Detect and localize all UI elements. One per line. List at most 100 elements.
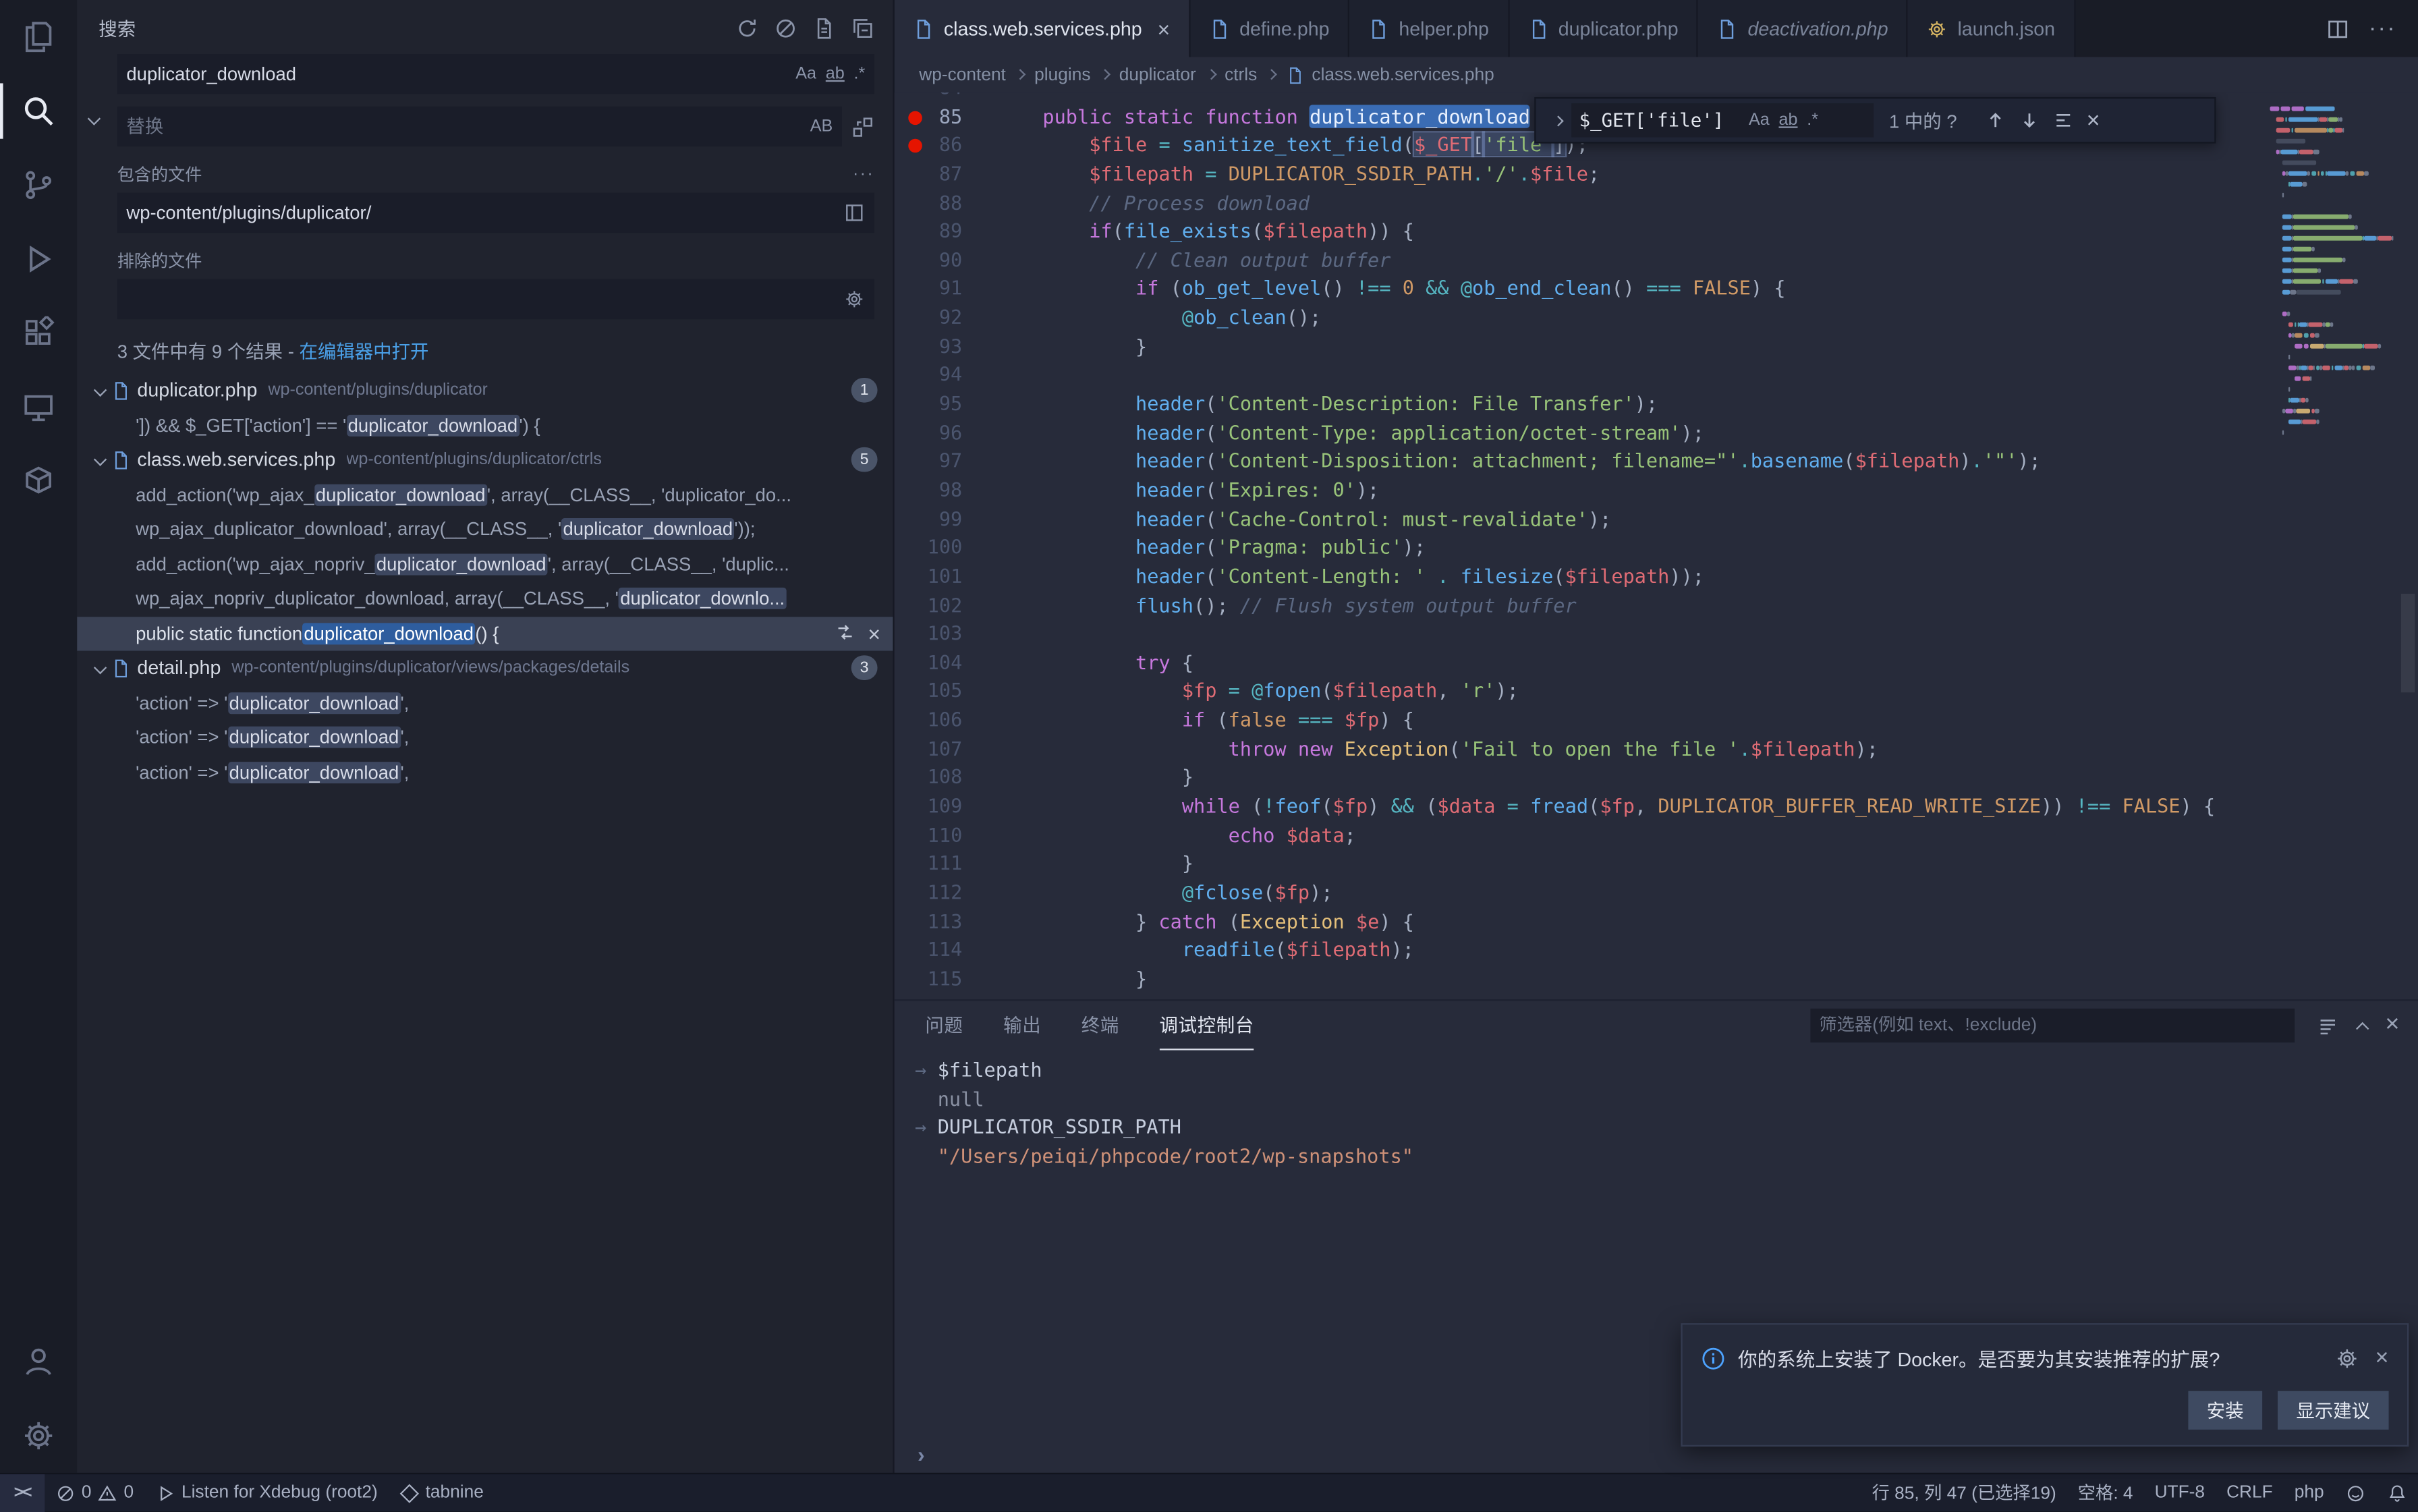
- clear-search-results-icon[interactable]: [774, 17, 797, 40]
- chevron-down-icon[interactable]: [94, 384, 107, 397]
- run-debug-icon[interactable]: [0, 222, 77, 296]
- open-new-search-editor-icon[interactable]: [813, 17, 836, 40]
- tab-deactivation.php[interactable]: deactivation.php: [1698, 0, 1908, 57]
- line-number[interactable]: 101: [895, 563, 996, 592]
- tabnine-status[interactable]: tabnine: [389, 1474, 495, 1512]
- search-result-match[interactable]: add_action('wp_ajax_nopriv_duplicator_do…: [77, 547, 893, 581]
- search-result-match[interactable]: wp_ajax_nopriv_duplicator_download, arra…: [77, 582, 893, 616]
- line-number[interactable]: 102: [895, 592, 996, 621]
- line-number[interactable]: 109: [895, 793, 996, 822]
- close-icon[interactable]: ×: [1158, 18, 1171, 39]
- breadcrumb-item[interactable]: plugins: [1034, 65, 1090, 84]
- replace-all-icon[interactable]: [851, 115, 874, 138]
- search-result-file[interactable]: duplicator.phpwp-content/plugins/duplica…: [77, 373, 893, 408]
- extensions-icon[interactable]: [0, 296, 77, 370]
- feedback-icon[interactable]: [2335, 1474, 2377, 1512]
- line-number[interactable]: 98: [895, 476, 996, 505]
- docker-icon[interactable]: [0, 444, 77, 518]
- replace-input[interactable]: [126, 115, 801, 137]
- tab-terminal[interactable]: 终端: [1081, 1001, 1119, 1050]
- line-number[interactable]: 112: [895, 879, 996, 908]
- search-result-match[interactable]: ']) && $_GET['action'] == 'duplicator_do…: [77, 408, 893, 443]
- toggle-search-details-icon[interactable]: ···: [853, 165, 874, 184]
- more-actions-icon[interactable]: ···: [2369, 16, 2396, 42]
- notification-settings-icon[interactable]: [2335, 1345, 2360, 1370]
- search-open-editors-icon[interactable]: [843, 202, 865, 223]
- search-result-match[interactable]: wp_ajax_duplicator_download', array(__CL…: [77, 512, 893, 547]
- line-number[interactable]: 106: [895, 706, 996, 735]
- line-number[interactable]: 100: [895, 534, 996, 563]
- search-result-match[interactable]: add_action('wp_ajax_duplicator_download'…: [77, 477, 893, 511]
- line-number[interactable]: 88: [895, 189, 996, 218]
- search-result-match[interactable]: public static function duplicator_downlo…: [77, 616, 893, 650]
- line-number[interactable]: 91: [895, 275, 996, 304]
- line-number[interactable]: 115: [895, 965, 996, 995]
- line-number[interactable]: 113: [895, 907, 996, 936]
- search-result-match[interactable]: 'action' => 'duplicator_download',: [77, 720, 893, 754]
- find-input[interactable]: [1579, 109, 1740, 131]
- tab-duplicator.php[interactable]: duplicator.php: [1509, 0, 1699, 57]
- tab-define.php[interactable]: define.php: [1190, 0, 1349, 57]
- find-previous-icon[interactable]: [1985, 109, 2006, 131]
- chevron-down-icon[interactable]: [94, 662, 107, 675]
- line-number[interactable]: 89: [895, 218, 996, 247]
- whole-word-toggle[interactable]: ab: [826, 65, 845, 83]
- eol-sequence[interactable]: CRLF: [2216, 1474, 2284, 1512]
- line-number[interactable]: 95: [895, 390, 996, 419]
- line-number[interactable]: 104: [895, 649, 996, 678]
- language-mode[interactable]: php: [2284, 1474, 2335, 1512]
- line-number[interactable]: 110: [895, 822, 996, 851]
- line-number[interactable]: 107: [895, 735, 996, 764]
- tab-helper.php[interactable]: helper.php: [1349, 0, 1509, 57]
- xdebug-status[interactable]: Listen for Xdebug (root2): [144, 1474, 389, 1512]
- line-number[interactable]: 111: [895, 850, 996, 879]
- show-recommendations-button[interactable]: 显示建议: [2278, 1391, 2389, 1430]
- refresh-icon[interactable]: [735, 17, 758, 40]
- editor-scrollbar[interactable]: [2398, 92, 2418, 999]
- search-result-file[interactable]: class.web.services.phpwp-content/plugins…: [77, 443, 893, 477]
- find-in-selection-icon[interactable]: [2052, 109, 2074, 131]
- line-number[interactable]: 85: [895, 103, 996, 132]
- line-number[interactable]: 97: [895, 448, 996, 477]
- exclude-settings-gear-icon[interactable]: [843, 288, 865, 310]
- line-number[interactable]: 87: [895, 161, 996, 190]
- console-filter-input[interactable]: [1819, 1016, 2284, 1034]
- line-number[interactable]: 92: [895, 304, 996, 333]
- notification-close-icon[interactable]: ×: [2375, 1345, 2389, 1371]
- open-in-editor-link[interactable]: 在编辑器中打开: [299, 341, 428, 362]
- find-match-case-toggle[interactable]: Aa: [1749, 111, 1770, 130]
- find-regex-toggle[interactable]: .*: [1807, 111, 1818, 130]
- remote-indicator[interactable]: ><: [0, 1474, 45, 1512]
- line-number[interactable]: 99: [895, 505, 996, 534]
- line-number[interactable]: 94: [895, 362, 996, 391]
- search-result-match[interactable]: 'action' => 'duplicator_download',: [77, 755, 893, 789]
- line-number[interactable]: 93: [895, 333, 996, 362]
- line-number[interactable]: 96: [895, 419, 996, 448]
- line-number[interactable]: 103: [895, 620, 996, 649]
- line-number[interactable]: 108: [895, 764, 996, 793]
- tab-problems[interactable]: 问题: [925, 1001, 963, 1050]
- find-whole-word-toggle[interactable]: ab: [1779, 111, 1798, 130]
- breadcrumb-item[interactable]: duplicator: [1119, 65, 1196, 84]
- chevron-down-icon[interactable]: [94, 453, 107, 466]
- source-control-icon[interactable]: [0, 148, 77, 222]
- settings-gear-icon[interactable]: [0, 1399, 77, 1473]
- tab-class.web.services.php[interactable]: class.web.services.php×: [895, 0, 1190, 57]
- files-to-include-input[interactable]: [126, 202, 834, 223]
- line-number[interactable]: 105: [895, 677, 996, 706]
- line-number[interactable]: 84: [895, 92, 996, 103]
- find-close-icon[interactable]: ×: [2087, 107, 2100, 134]
- debug-console-prompt[interactable]: ›: [918, 1442, 925, 1467]
- minimap[interactable]: [2264, 92, 2396, 999]
- remote-explorer-icon[interactable]: [0, 370, 77, 445]
- line-number[interactable]: 90: [895, 246, 996, 275]
- tab-launch.json[interactable]: launch.json: [1908, 0, 2075, 57]
- encoding[interactable]: UTF-8: [2144, 1474, 2216, 1512]
- search-result-match[interactable]: 'action' => 'duplicator_download',: [77, 685, 893, 720]
- regex-toggle[interactable]: .*: [854, 65, 866, 83]
- notifications-bell-icon[interactable]: [2376, 1474, 2418, 1512]
- toggle-replace-find-chevron[interactable]: [1553, 115, 1564, 125]
- breadcrumb-item[interactable]: ctrls: [1225, 65, 1257, 84]
- split-editor-icon[interactable]: [2326, 16, 2351, 41]
- clear-console-icon[interactable]: [2315, 1014, 2338, 1037]
